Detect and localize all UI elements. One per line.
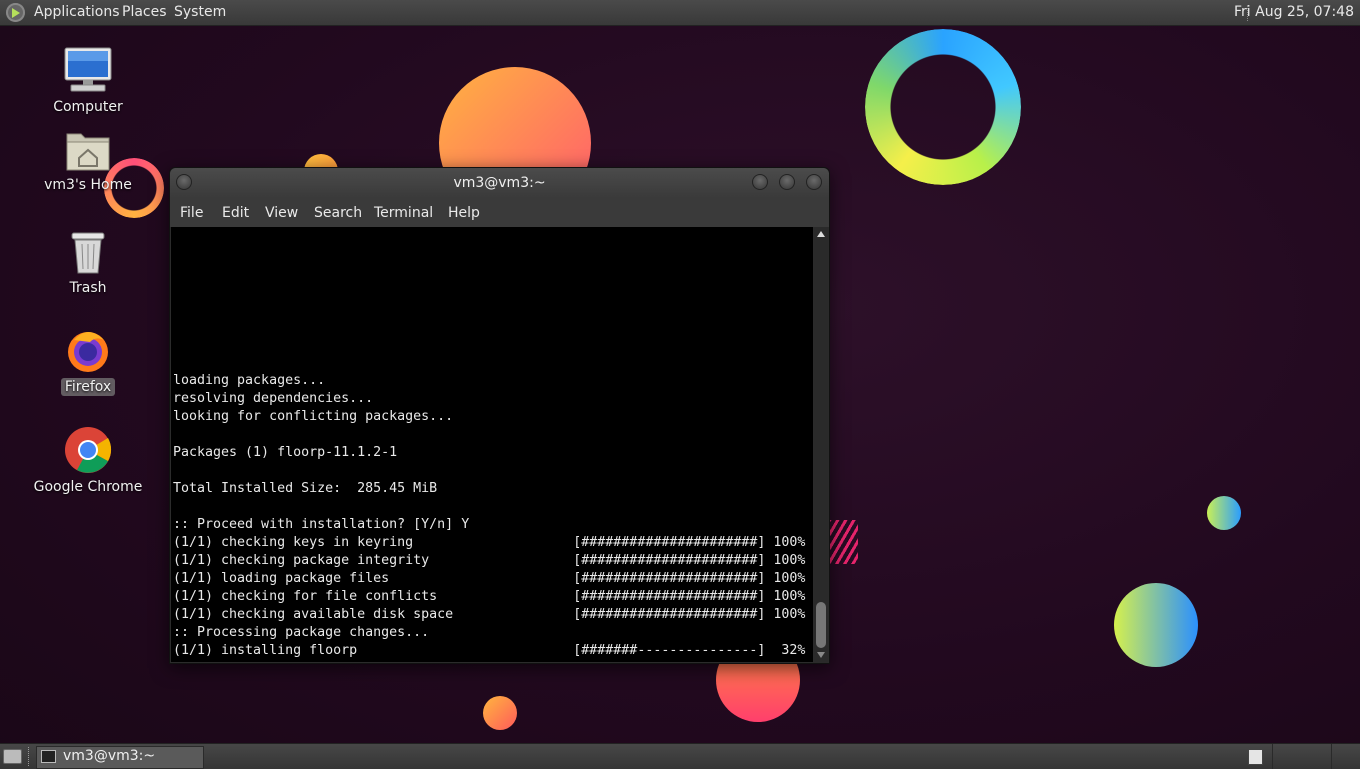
decorative-blue-dot bbox=[1207, 496, 1241, 530]
terminal-line: (1/1) checking available disk space [###… bbox=[173, 607, 806, 622]
panel-separator bbox=[28, 747, 29, 766]
scrollbar-thumb[interactable] bbox=[816, 602, 826, 648]
desktop-icon-label: Computer bbox=[53, 99, 123, 115]
menu-view[interactable]: View bbox=[265, 205, 298, 221]
maximize-icon[interactable] bbox=[779, 174, 795, 190]
bottom-panel: vm3@vm3:~ bbox=[0, 743, 1360, 769]
terminal-line: Packages (1) floorp-11.1.2-1 bbox=[173, 445, 398, 460]
decorative-stripes bbox=[828, 520, 858, 564]
workspace-switcher-icon[interactable] bbox=[1248, 749, 1263, 765]
firefox-icon bbox=[64, 326, 112, 374]
terminal-window[interactable]: vm3@vm3:~ File Edit View Search Terminal… bbox=[169, 167, 830, 664]
applications-menu[interactable]: Applications bbox=[34, 4, 120, 20]
menu-edit[interactable]: Edit bbox=[222, 205, 249, 221]
places-menu[interactable]: Places bbox=[122, 4, 167, 20]
desktop-icon-chrome[interactable]: Google Chrome bbox=[28, 426, 148, 496]
desktop-icon-label: vm3's Home bbox=[44, 177, 132, 193]
menu-search[interactable]: Search bbox=[314, 205, 362, 221]
close-icon[interactable] bbox=[806, 174, 822, 190]
terminal-line: (1/1) checking keys in keyring [########… bbox=[173, 535, 806, 550]
terminal-line: loading packages... bbox=[173, 373, 326, 388]
terminal-line: (1/1) loading package files [###########… bbox=[173, 571, 806, 586]
computer-icon bbox=[63, 46, 113, 94]
window-titlebar[interactable]: vm3@vm3:~ bbox=[170, 168, 829, 198]
workspace-area[interactable] bbox=[1272, 744, 1332, 769]
desktop-icon-label: Trash bbox=[69, 280, 107, 296]
desktop-icon-trash[interactable]: Trash bbox=[28, 229, 148, 297]
distro-logo-icon[interactable] bbox=[6, 3, 25, 22]
terminal-lines: loading packages... resolving dependencie… bbox=[173, 372, 813, 660]
terminal-line: Total Installed Size: 285.45 MiB bbox=[173, 481, 438, 496]
desktop-icon-computer[interactable]: Computer bbox=[28, 46, 148, 116]
desktop-icon-firefox[interactable]: Firefox bbox=[28, 326, 148, 396]
menu-file[interactable]: File bbox=[180, 205, 203, 221]
window-menu-icon[interactable] bbox=[176, 174, 192, 190]
decorative-orange-dot bbox=[483, 696, 517, 730]
window-menubar: File Edit View Search Terminal Help bbox=[170, 198, 829, 227]
desktop-icon-home[interactable]: vm3's Home bbox=[28, 128, 148, 194]
terminal-output[interactable]: loading packages... resolving dependencie… bbox=[171, 227, 813, 662]
minimize-icon[interactable] bbox=[752, 174, 768, 190]
menu-terminal[interactable]: Terminal bbox=[374, 205, 433, 221]
terminal-line: looking for conflicting packages... bbox=[173, 409, 454, 424]
window-title: vm3@vm3:~ bbox=[453, 175, 546, 191]
terminal-line: (1/1) checking for file conflicts [#####… bbox=[173, 589, 806, 604]
terminal-line: resolving dependencies... bbox=[173, 391, 374, 406]
scroll-up-icon[interactable] bbox=[817, 231, 825, 237]
taskbar-button-label: vm3@vm3:~ bbox=[63, 748, 156, 764]
decorative-ring bbox=[865, 29, 1021, 185]
taskbar-button-terminal[interactable]: vm3@vm3:~ bbox=[36, 746, 204, 769]
terminal-line: (1/1) installing floorp [#######--------… bbox=[173, 643, 806, 658]
trash-icon bbox=[68, 229, 108, 275]
terminal-line: (1/1) checking package integrity [######… bbox=[173, 553, 806, 568]
top-panel: Applications Places System Fri Aug 25, 0… bbox=[0, 0, 1360, 26]
terminal-line: :: Processing package changes... bbox=[173, 625, 430, 640]
menu-help[interactable]: Help bbox=[448, 205, 480, 221]
scroll-down-icon[interactable] bbox=[817, 652, 825, 658]
decorative-blue-circle bbox=[1114, 583, 1198, 667]
desktop-icon-label: Google Chrome bbox=[33, 479, 143, 495]
home-folder-icon bbox=[65, 128, 111, 172]
show-desktop-icon[interactable] bbox=[3, 749, 22, 764]
desktop-icon-label: Firefox bbox=[60, 378, 116, 396]
terminal-scrollbar[interactable] bbox=[814, 227, 828, 662]
system-menu[interactable]: System bbox=[174, 4, 226, 20]
chrome-icon bbox=[64, 426, 112, 474]
terminal-icon bbox=[41, 750, 56, 763]
clock[interactable]: Fri Aug 25, 07:48 bbox=[1234, 4, 1354, 20]
terminal-line: :: Proceed with installation? [Y/n] Y bbox=[173, 517, 470, 532]
